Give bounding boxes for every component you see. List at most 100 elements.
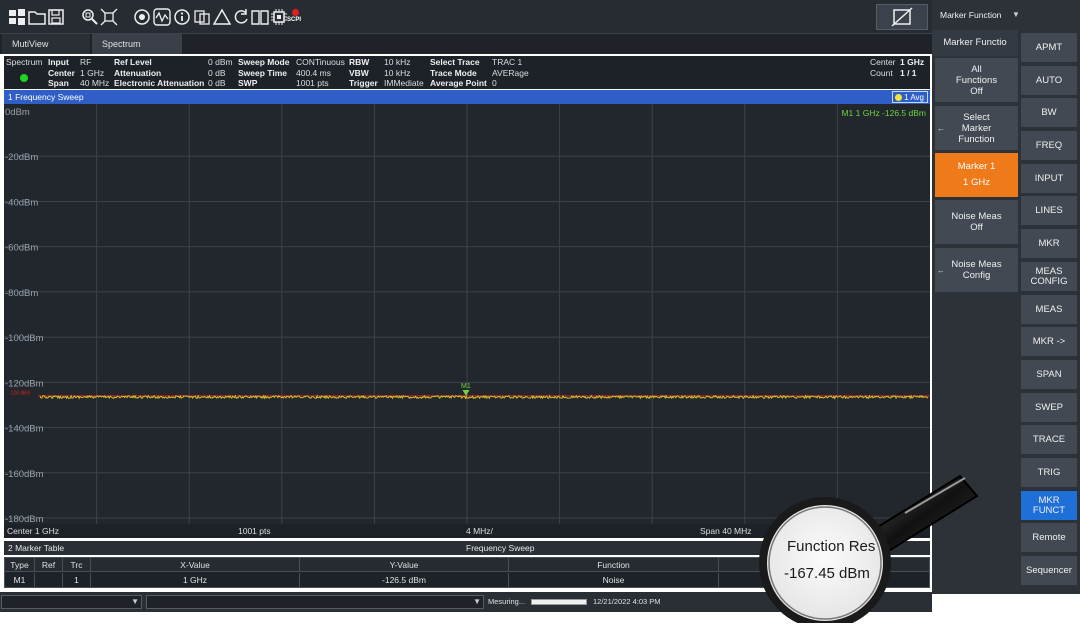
- info-right-labels: Center Count: [870, 57, 896, 78]
- info-col-level-values: 0 dBm 0 dB 0 dB: [208, 57, 233, 88]
- y-axis-label: -60dBm: [5, 243, 38, 254]
- hardkey-label: BW: [1041, 106, 1057, 118]
- avg-badge[interactable]: 1 Avg: [892, 91, 928, 103]
- noise-meas-config-softkey[interactable]: ← Noise Meas Config: [935, 248, 1018, 292]
- hardkey-swep[interactable]: SWEP: [1021, 393, 1077, 422]
- footer-span: Span 40 MHz: [700, 526, 752, 536]
- status-indicator: [20, 74, 28, 82]
- col-header-y: Y-Value: [300, 558, 509, 572]
- chip-icon[interactable]: [270, 8, 288, 26]
- info-col-level: Ref Level Attenuation Electronic Attenua…: [114, 57, 205, 88]
- row-x-value[interactable]: 1 GHz: [91, 573, 300, 587]
- chevron-down-icon: ▼: [473, 597, 481, 606]
- hardkey-meas-config[interactable]: MEAS CONFIG: [1021, 262, 1077, 291]
- hardkey-input[interactable]: INPUT: [1021, 164, 1077, 193]
- hardkey-label: INPUT: [1034, 172, 1064, 184]
- softkey-value: Off: [970, 222, 983, 233]
- zoom-icon[interactable]: [81, 8, 99, 26]
- hardkey-sequencer[interactable]: Sequencer: [1021, 556, 1077, 585]
- hardkey-bw[interactable]: BW: [1021, 98, 1077, 127]
- status-select-1[interactable]: ▼: [1, 595, 142, 609]
- info-col-trace-values: TRAC 1 AVERage 0: [492, 57, 529, 88]
- row-ref[interactable]: [35, 573, 63, 587]
- avg-badge-text: 1 Avg: [904, 93, 924, 102]
- info-col-sweep: Sweep Mode Sweep Time SWP: [238, 57, 290, 88]
- hardkey-lines[interactable]: LINES: [1021, 196, 1077, 225]
- spectrum-label: Spectrum: [6, 57, 43, 67]
- softkey-label: Config: [962, 270, 991, 281]
- measurement-info-panel[interactable]: Spectrum Input Center Span RF 1 GHz 40 M…: [4, 56, 930, 89]
- hardkey-mkr[interactable]: MKR: [1021, 229, 1077, 258]
- display-toggle-button[interactable]: [876, 4, 928, 30]
- y-axis-label: -120dBm: [5, 378, 44, 389]
- hardkey-label: APMT: [1035, 41, 1063, 53]
- noise-meas-softkey[interactable]: Noise Meas Off: [935, 200, 1018, 244]
- y-axis-label: -160dBm: [5, 469, 44, 480]
- window-title-text: 1 Frequency Sweep: [8, 92, 84, 102]
- info-icon[interactable]: [173, 8, 191, 26]
- all-functions-off-softkey[interactable]: All Functions Off: [935, 58, 1018, 102]
- row-y-value[interactable]: -126.5 dBm: [300, 573, 509, 587]
- sweep-progress-fill: [532, 600, 586, 604]
- hardkey-freq[interactable]: FREQ: [1021, 131, 1077, 160]
- row-type[interactable]: M1: [5, 573, 35, 587]
- hardkey-mkr[interactable]: MKR ->: [1021, 327, 1077, 356]
- refresh-icon[interactable]: [232, 8, 250, 26]
- frequency-sweep-window-title[interactable]: 1 Frequency Sweep 1 Avg: [4, 90, 930, 104]
- col-header-function: Function: [509, 558, 719, 572]
- hardkey-apmt[interactable]: APMT: [1021, 33, 1077, 62]
- folder-icon[interactable]: [28, 8, 46, 26]
- hardkey-trig[interactable]: TRIG: [1021, 458, 1077, 487]
- hardkey-meas[interactable]: MEAS: [1021, 295, 1077, 324]
- col-header-x: X-Value: [91, 558, 300, 572]
- tab-spectrum[interactable]: Spectrum: [92, 34, 182, 54]
- info-col-bw-values: 10 kHz 10 kHz IMMediate: [384, 57, 424, 88]
- hardkey-trace[interactable]: TRACE: [1021, 425, 1077, 454]
- softkey-label: Noise Meas: [951, 211, 1002, 222]
- hardkey-auto[interactable]: AUTO: [1021, 66, 1077, 95]
- softkey-label: Functions: [955, 74, 998, 86]
- col-header-ref: Ref: [35, 558, 63, 572]
- record-icon[interactable]: [133, 8, 151, 26]
- reference-line-label: -126 dBm: [9, 390, 31, 396]
- row-trc[interactable]: 1: [63, 573, 91, 587]
- spectrum-plot[interactable]: 0dBm -20dBm -40dBm -60dBm -80dBm -100dBm -120d…: [4, 104, 930, 524]
- softkey-header: Marker Functio: [932, 30, 1018, 56]
- hardkey-label: MKR: [1038, 494, 1060, 506]
- softkey-label: All: [971, 63, 982, 75]
- hardkey-label: TRIG: [1037, 466, 1061, 478]
- col-header-type: Type: [5, 558, 35, 572]
- hardkey-span[interactable]: SPAN: [1021, 360, 1077, 389]
- spectrum-plot-svg[interactable]: 0dBm -20dBm -40dBm -60dBm -80dBm -100dBm -120d…: [4, 104, 930, 524]
- marker-m1-label: M1: [461, 383, 471, 390]
- hardkey-label: AUTO: [1035, 74, 1063, 86]
- warning-icon[interactable]: [213, 8, 231, 26]
- marker-function-dropdown[interactable]: Marker Function ▼: [932, 4, 1020, 26]
- hardkey-remote[interactable]: Remote: [1021, 523, 1077, 552]
- marker-function-dropdown-label: Marker Function: [940, 10, 1002, 20]
- windows-icon[interactable]: [8, 8, 26, 26]
- magnified-function-result-label: Function Res: [787, 538, 876, 555]
- book-icon[interactable]: [251, 8, 269, 26]
- measuring-status: Mesuring...: [488, 597, 526, 606]
- hardkey-label: MKR ->: [1032, 335, 1066, 347]
- save-icon[interactable]: [47, 8, 65, 26]
- softkey-value: 1 GHz: [963, 177, 990, 188]
- select-marker-function-softkey[interactable]: ← Select Marker Function: [935, 106, 1018, 150]
- y-axis-label: -80dBm: [5, 288, 38, 299]
- tab-multiview[interactable]: MutiView: [2, 34, 90, 54]
- marker-1-softkey[interactable]: Marker 1 1 GHz: [935, 153, 1018, 197]
- hardkey-mkr-funct[interactable]: MKR FUNCT: [1021, 491, 1077, 520]
- softkey-label: Function: [958, 133, 995, 145]
- col-header-trc: Trc: [63, 558, 91, 572]
- status-select-2[interactable]: ▼: [146, 595, 484, 609]
- waveform-icon[interactable]: [153, 8, 171, 26]
- marker-table-subtitle: Frequency Sweep: [466, 543, 535, 553]
- row-function[interactable]: Noise: [509, 573, 719, 587]
- softkey-label: Select: [963, 111, 990, 123]
- hardkey-label: SWEP: [1035, 401, 1063, 413]
- scpi-label: SCPI: [287, 17, 302, 23]
- fit-icon[interactable]: [100, 8, 118, 26]
- clipboard-icon[interactable]: [193, 8, 211, 26]
- y-axis-label: -100dBm: [5, 333, 44, 344]
